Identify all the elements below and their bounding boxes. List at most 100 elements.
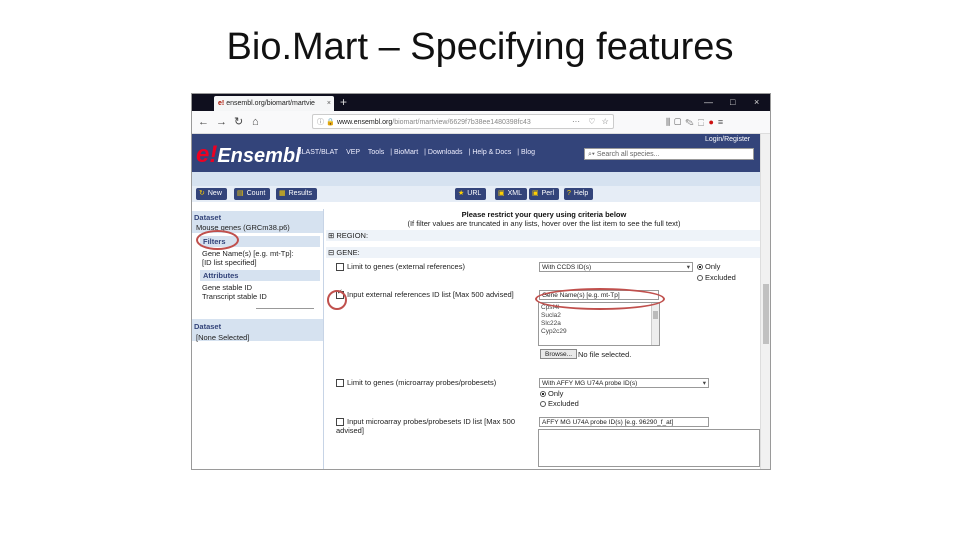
microarray-excluded-radio[interactable]: Excluded xyxy=(540,399,579,408)
page-scrollbar[interactable] xyxy=(760,134,770,469)
species-search-input[interactable]: ⌕▾ Search all species... xyxy=(584,148,754,160)
tab-title: ensembl.org/biomart/martvie xyxy=(226,100,315,107)
input-microarray-label: Input microarray probes/probesets ID lis… xyxy=(336,417,515,436)
reload-icon[interactable]: ↻ xyxy=(234,114,243,130)
ensembl-logo[interactable]: e!Ensembl xyxy=(196,141,301,169)
gene-section[interactable]: ⊟ GENE: xyxy=(326,247,760,258)
adblock-icon[interactable]: ● xyxy=(708,117,717,127)
external-ref-select[interactable]: With CCDS ID(s) ▾ xyxy=(539,262,693,272)
url-icon: ★ xyxy=(458,190,465,197)
url-button[interactable]: ★ URL xyxy=(455,188,487,200)
library-icon[interactable]: ⫼ xyxy=(666,117,674,127)
external-ref-select-value: With CCDS ID(s) xyxy=(542,264,592,271)
help-label: Help xyxy=(573,190,589,197)
note-icon[interactable]: ✎ xyxy=(685,117,697,127)
search-placeholder: Search all species... xyxy=(596,151,660,158)
xml-button[interactable]: ▣ XML xyxy=(495,188,528,200)
tab-close-icon[interactable]: × xyxy=(327,96,331,111)
probe-type-select-value: AFFY MG U74A probe ID(s) [e.g. 96290_f_a… xyxy=(542,419,674,426)
filters-panel: Please restrict your query using criteri… xyxy=(324,209,764,469)
nav-vep[interactable]: VEP xyxy=(346,149,360,156)
input-external-row: Input external references ID list [Max 5… xyxy=(336,288,514,300)
separator xyxy=(256,308,314,309)
sidebar-icon[interactable]: ▢ xyxy=(674,117,685,127)
only-radio[interactable]: Only xyxy=(697,262,720,271)
scroll-thumb[interactable] xyxy=(653,311,658,319)
file-status: No file selected. xyxy=(578,350,632,359)
region-label: REGION: xyxy=(336,231,369,240)
dataset-label[interactable]: Dataset xyxy=(194,213,221,222)
microarray-only-dot xyxy=(540,391,546,398)
nav-help[interactable]: Help & Docs xyxy=(472,149,511,156)
limit-external-checkbox[interactable] xyxy=(336,263,344,272)
home-icon[interactable]: ⌂ xyxy=(252,114,259,130)
bookmark-star-icon[interactable]: ☆ xyxy=(602,117,609,126)
login-link[interactable]: Login/Register xyxy=(705,136,750,143)
url-path: /biomart/martview/6629f7b38ee1480398fc43 xyxy=(392,119,531,126)
results-button[interactable]: ▦ Results xyxy=(276,188,317,200)
limit-microarray-checkbox[interactable] xyxy=(336,379,344,388)
ensembl-e-icon: e! xyxy=(196,141,218,168)
notice-title: Please restrict your query using criteri… xyxy=(461,210,627,219)
nav-biomart[interactable]: BioMart xyxy=(394,149,418,156)
limit-microarray-label: Limit to genes (microarray probes/probes… xyxy=(347,378,497,387)
page-scroll-thumb[interactable] xyxy=(763,284,769,344)
input-microarray-checkbox[interactable] xyxy=(336,418,344,427)
perl-button[interactable]: ▣ Perl xyxy=(529,188,560,200)
only-label: Only xyxy=(705,262,721,271)
nav-blog[interactable]: Blog xyxy=(521,149,535,156)
dataset2-label[interactable]: Dataset xyxy=(194,322,221,331)
url-bar[interactable]: ⓘ 🔒 www.ensembl.org/biomart/martview/662… xyxy=(312,114,614,129)
nav-blast[interactable]: BLAST/BLAT xyxy=(297,149,338,156)
attributes-label[interactable]: Attributes xyxy=(200,270,320,281)
pocket-icon[interactable]: ♡ xyxy=(588,117,595,126)
ensembl-favicon-icon: e! xyxy=(218,100,225,107)
browser-tab[interactable]: e! ensembl.org/biomart/martvie × xyxy=(214,96,334,111)
notice-sub: (If filter values are truncated in any l… xyxy=(407,219,681,228)
nav-downloads[interactable]: Downloads xyxy=(428,149,463,156)
header-band xyxy=(192,172,770,186)
excluded-radio[interactable]: Excluded xyxy=(697,273,736,282)
chevron-down-icon: ▾ xyxy=(702,380,706,387)
biomart-toolbar: ↻ New ▤ Count ▦ Results ★ URL ▣ XML ▣ Perl ? He… xyxy=(192,186,770,202)
nav-tools[interactable]: Tools xyxy=(368,149,384,156)
help-button[interactable]: ? Help xyxy=(564,188,594,200)
help-icon: ? xyxy=(567,190,571,197)
probe-type-select[interactable]: AFFY MG U74A probe ID(s) [e.g. 96290_f_a… xyxy=(539,417,709,427)
minimize-icon[interactable]: — xyxy=(704,94,713,111)
probe-list-textarea[interactable] xyxy=(538,429,760,467)
count-icon: ▤ xyxy=(237,190,244,197)
close-window-icon[interactable]: × xyxy=(754,94,759,111)
url-host: www.ensembl.org xyxy=(337,119,393,126)
input-external-label: Input external references ID list [Max 5… xyxy=(347,290,514,299)
info-icon[interactable]: ⓘ xyxy=(317,115,324,128)
filter-summary-1: Gene Name(s) [e.g. mt-Tp]: xyxy=(202,249,294,258)
maximize-icon[interactable]: □ xyxy=(730,94,735,111)
new-button[interactable]: ↻ New xyxy=(196,188,227,200)
xml-icon: ▣ xyxy=(498,190,505,197)
id-list-scrollbar[interactable] xyxy=(651,303,659,345)
attribute-gene-stable-id: Gene stable ID xyxy=(202,283,253,292)
browser-navbar: ← → ↻ ⌂ ⓘ 🔒 www.ensembl.org/biomart/mart… xyxy=(192,111,770,134)
limit-external-row: Limit to genes (external references) xyxy=(336,262,465,272)
ensembl-nav: BLAST/BLAT VEP Tools | BioMart | Downloads… xyxy=(297,149,535,156)
perl-icon: ▣ xyxy=(532,190,539,197)
back-icon[interactable]: ← xyxy=(198,114,209,130)
new-tab-button[interactable]: + xyxy=(340,94,347,111)
microarray-select[interactable]: With AFFY MG U74A probe ID(s) ▾ xyxy=(539,378,709,388)
browse-button[interactable]: Browse... xyxy=(540,349,578,359)
region-section[interactable]: ⊞ REGION: xyxy=(326,230,760,241)
page-actions-icon[interactable]: ··· xyxy=(572,117,580,126)
checkbox-highlight xyxy=(327,290,347,310)
limit-external-label: Limit to genes (external references) xyxy=(347,262,465,271)
menu-icon[interactable]: ≡ xyxy=(718,117,727,127)
microarray-only-radio[interactable]: Only xyxy=(540,389,563,398)
results-label: Results xyxy=(288,190,312,197)
dataset2-value[interactable]: [None Selected] xyxy=(196,333,249,342)
extension-icon[interactable]: ⬚ xyxy=(698,117,709,127)
forward-icon[interactable]: → xyxy=(216,114,227,130)
microarray-select-value: With AFFY MG U74A probe ID(s) xyxy=(542,380,638,387)
filters-highlight xyxy=(196,230,239,250)
attribute-transcript-stable-id: Transcript stable ID xyxy=(202,292,267,301)
count-button[interactable]: ▤ Count xyxy=(234,188,271,200)
